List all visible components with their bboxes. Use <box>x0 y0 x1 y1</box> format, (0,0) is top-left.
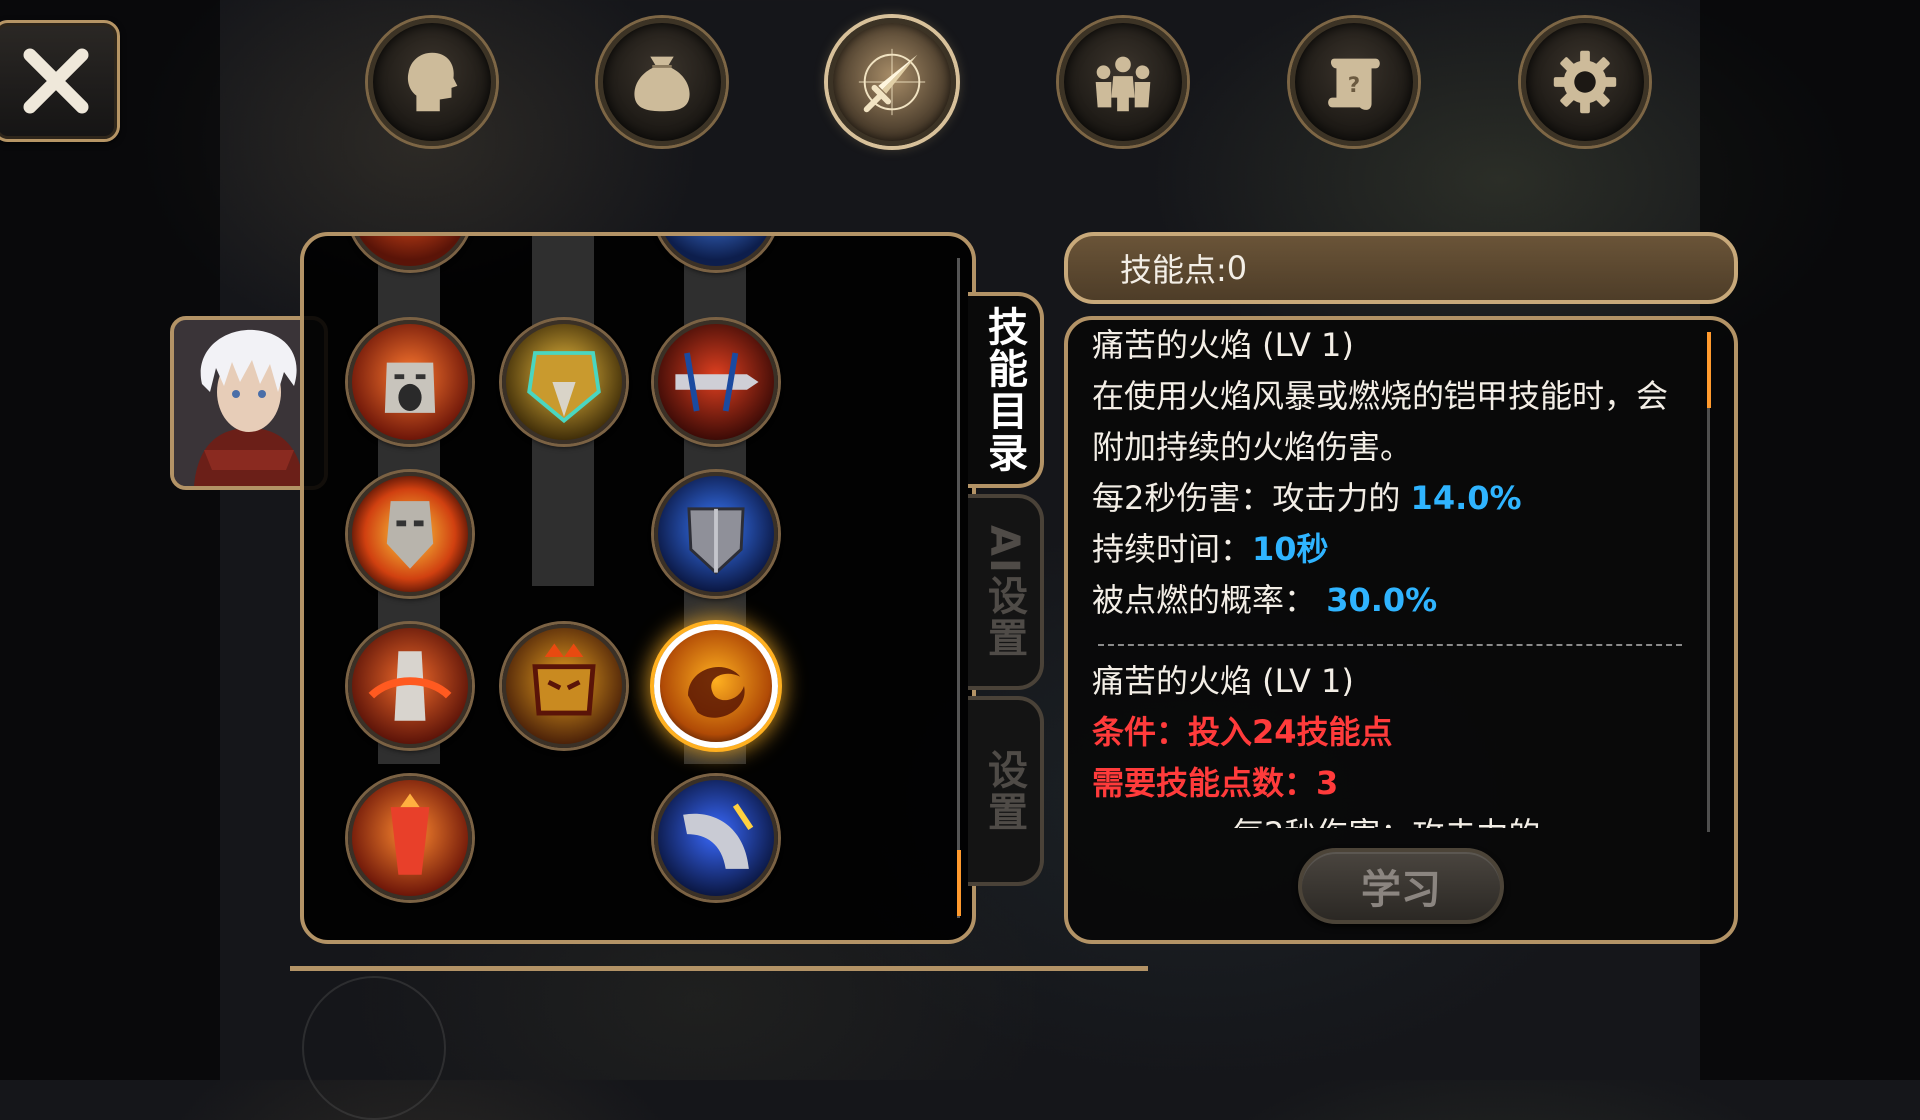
skill-partial-1[interactable] <box>348 236 472 270</box>
skill-points-value: 0 <box>1226 249 1248 287</box>
party-icon <box>1095 56 1151 112</box>
close-button[interactable] <box>0 20 120 142</box>
close-icon <box>23 48 89 114</box>
skill-partial-2[interactable] <box>654 236 778 270</box>
skill-flame-storm[interactable] <box>348 624 472 748</box>
skill-description-line: 在使用火焰风暴或燃烧的铠甲技能时，会 <box>1092 377 1669 415</box>
duration-stat: 持续时间：10秒 <box>1092 530 1329 568</box>
ignite-chance-value: 30.0% <box>1326 581 1438 619</box>
flaming-armor-icon <box>368 651 452 721</box>
quest-scroll-icon: ? <box>1328 58 1380 110</box>
skill-fire-rage[interactable] <box>348 320 472 444</box>
requirement-condition: 条件：投入24技能点 <box>1092 713 1393 751</box>
tab-settings-side[interactable]: 设置 <box>968 696 1044 886</box>
swirl-flame-icon <box>688 666 745 718</box>
curved-blade-icon <box>683 803 754 869</box>
sword-skill-icon <box>858 48 926 116</box>
duration-value: 10秒 <box>1252 530 1329 568</box>
next-level-damage-cut: 每2秒伤害：攻击力的 <box>1092 809 1692 828</box>
helmet-icon <box>527 351 601 424</box>
damage-stat: 每2秒伤害：攻击力的 14.0% <box>1092 479 1522 517</box>
skill-fire-pillar[interactable] <box>348 776 472 900</box>
skill-iron-shield[interactable] <box>654 472 778 596</box>
skill-burning-armor[interactable] <box>502 624 626 748</box>
beast-face-icon <box>532 643 596 716</box>
skill-tree-panel[interactable] <box>300 232 976 944</box>
tab-quests[interactable]: ? <box>1290 18 1418 146</box>
stone-face-icon <box>386 501 434 569</box>
tab-ai-settings[interactable]: AI设置 <box>968 494 1044 690</box>
skill-description-line: 附加持续的火焰伤害。 <box>1092 428 1413 466</box>
head-icon <box>407 52 458 112</box>
section-divider <box>1098 644 1682 646</box>
shield-icon <box>687 507 745 575</box>
tab-inventory[interactable] <box>598 18 726 146</box>
tab-skill-catalog[interactable]: 技能目录 <box>968 292 1044 488</box>
fire-pillar-icon <box>390 793 430 875</box>
skill-detail-content[interactable]: 痛苦的火焰 (LV 1) 在使用火焰风暴或燃烧的铠甲技能时，会 附加持续的火焰伤… <box>1092 320 1692 828</box>
skill-lightning-blade[interactable] <box>654 776 778 900</box>
skill-blade-strike[interactable] <box>654 320 778 444</box>
next-level-title: 痛苦的火焰 (LV 1) <box>1092 662 1354 700</box>
tab-skills[interactable] <box>828 18 956 146</box>
skill-ancient-guard[interactable] <box>502 320 626 444</box>
skill-detail-panel[interactable]: 痛苦的火焰 (LV 1) 在使用火焰风暴或燃烧的铠甲技能时，会 附加持续的火焰伤… <box>1064 316 1738 944</box>
bag-icon <box>634 56 690 112</box>
tab-character[interactable] <box>368 18 496 146</box>
skill-list-scroll-thumb[interactable] <box>957 850 961 916</box>
ghost-joystick <box>302 976 446 1120</box>
damage-value: 14.0% <box>1410 479 1522 517</box>
skill-points-label: 技能点: <box>1120 251 1227 289</box>
required-points: 需要技能点数：3 <box>1092 764 1339 802</box>
ignite-chance-stat: 被点燃的概率： 30.0% <box>1092 581 1438 619</box>
tab-party[interactable] <box>1059 18 1187 146</box>
svg-text:?: ? <box>1348 73 1360 98</box>
skill-title: 痛苦的火焰 (LV 1) <box>1092 326 1354 364</box>
screaming-face-icon <box>384 362 436 413</box>
tab-settings[interactable] <box>1521 18 1649 146</box>
skill-painful-flame[interactable] <box>654 624 778 748</box>
gear-icon <box>1553 50 1617 114</box>
skill-points-bar: 技能点: 0 <box>1064 232 1738 304</box>
skill-list-scrollbar[interactable] <box>957 258 960 918</box>
skill-flame-burst[interactable] <box>348 472 472 596</box>
blade-icon <box>675 352 759 412</box>
bottom-divider <box>290 966 1148 971</box>
detail-scroll-thumb[interactable] <box>1707 332 1711 408</box>
learn-button[interactable]: 学习 <box>1298 848 1504 924</box>
background-shade-left <box>0 0 220 1080</box>
